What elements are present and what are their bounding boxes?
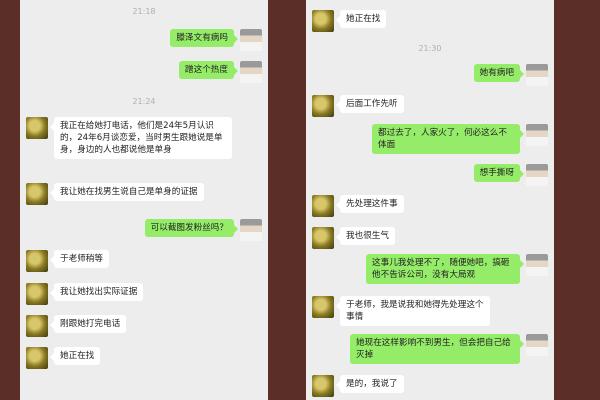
message-bubble[interactable]: 她现在这样影响不到男生，但会把自己给灭掉 [350, 334, 524, 364]
message-bubble[interactable]: 蹭这个热度 [179, 61, 238, 79]
message-bubble[interactable]: 我让她找出实际证据 [49, 283, 144, 301]
timestamp: 21:30 [418, 44, 442, 53]
avatar[interactable] [526, 164, 548, 186]
timestamp: 21:24 [132, 97, 156, 106]
avatar[interactable] [26, 315, 48, 337]
message-bubble[interactable]: 我也很生气 [336, 227, 395, 245]
avatar[interactable] [26, 250, 48, 272]
message-bubble[interactable]: 我让她在找男生说自己是单身的证据 [50, 183, 204, 201]
chat-panel-left[interactable]: 21:18 滕泽文有病吗 蹭这个热度 21:24 我正在给她打电话，他们是24年… [20, 0, 268, 400]
avatar[interactable] [312, 10, 334, 32]
avatar[interactable] [26, 283, 48, 305]
avatar[interactable] [526, 64, 548, 86]
avatar[interactable] [26, 183, 48, 205]
screenshot-stage: 21:18 滕泽文有病吗 蹭这个热度 21:24 我正在给她打电话，他们是24年… [0, 0, 600, 400]
message-bubble[interactable]: 这事儿我处理不了，随便她吧，搞砸他不告诉公司，没有大局观 [366, 254, 524, 284]
message-bubble[interactable]: 她正在找 [49, 347, 101, 365]
message-bubble[interactable]: 滕泽文有病吗 [170, 29, 238, 47]
chat-panel-right[interactable]: 她正在找 21:30 她有病吧 后面工作先听 都过去了，人家火了，何必这么不体面… [306, 0, 554, 400]
message-bubble[interactable]: 于老师，我是说我和她得先处理这个事情 [336, 296, 490, 326]
avatar[interactable] [526, 124, 548, 146]
message-bubble[interactable]: 都过去了，人家火了，何必这么不体面 [372, 124, 524, 154]
message-bubble[interactable]: 刚跟她打完电话 [49, 315, 127, 333]
avatar[interactable] [26, 347, 48, 369]
message-bubble[interactable]: 我正在给她打电话，他们是24年5月认识的，24年6月谈恋爱，当时男生跟她说是单身… [50, 117, 232, 159]
avatar[interactable] [26, 117, 48, 139]
message-bubble[interactable]: 先处理这件事 [336, 195, 404, 213]
avatar[interactable] [240, 219, 262, 241]
message-bubble[interactable]: 想手撕呀 [473, 164, 525, 182]
avatar[interactable] [312, 227, 334, 249]
message-bubble[interactable]: 是的，我说了 [336, 375, 404, 393]
avatar[interactable] [240, 61, 262, 83]
message-bubble[interactable]: 于老师稍等 [50, 250, 109, 268]
avatar[interactable] [312, 95, 334, 117]
message-bubble[interactable]: 她有病吧 [473, 64, 525, 82]
avatar[interactable] [312, 195, 334, 217]
avatar[interactable] [526, 254, 548, 276]
avatar[interactable] [312, 296, 334, 318]
timestamp: 21:18 [132, 7, 156, 16]
message-bubble[interactable]: 她正在找 [335, 10, 387, 28]
avatar[interactable] [312, 375, 334, 397]
message-bubble[interactable]: 可以截图发粉丝吗？ [144, 219, 239, 237]
message-bubble[interactable]: 后面工作先听 [336, 95, 404, 113]
avatar[interactable] [526, 334, 548, 356]
avatar[interactable] [240, 29, 262, 51]
